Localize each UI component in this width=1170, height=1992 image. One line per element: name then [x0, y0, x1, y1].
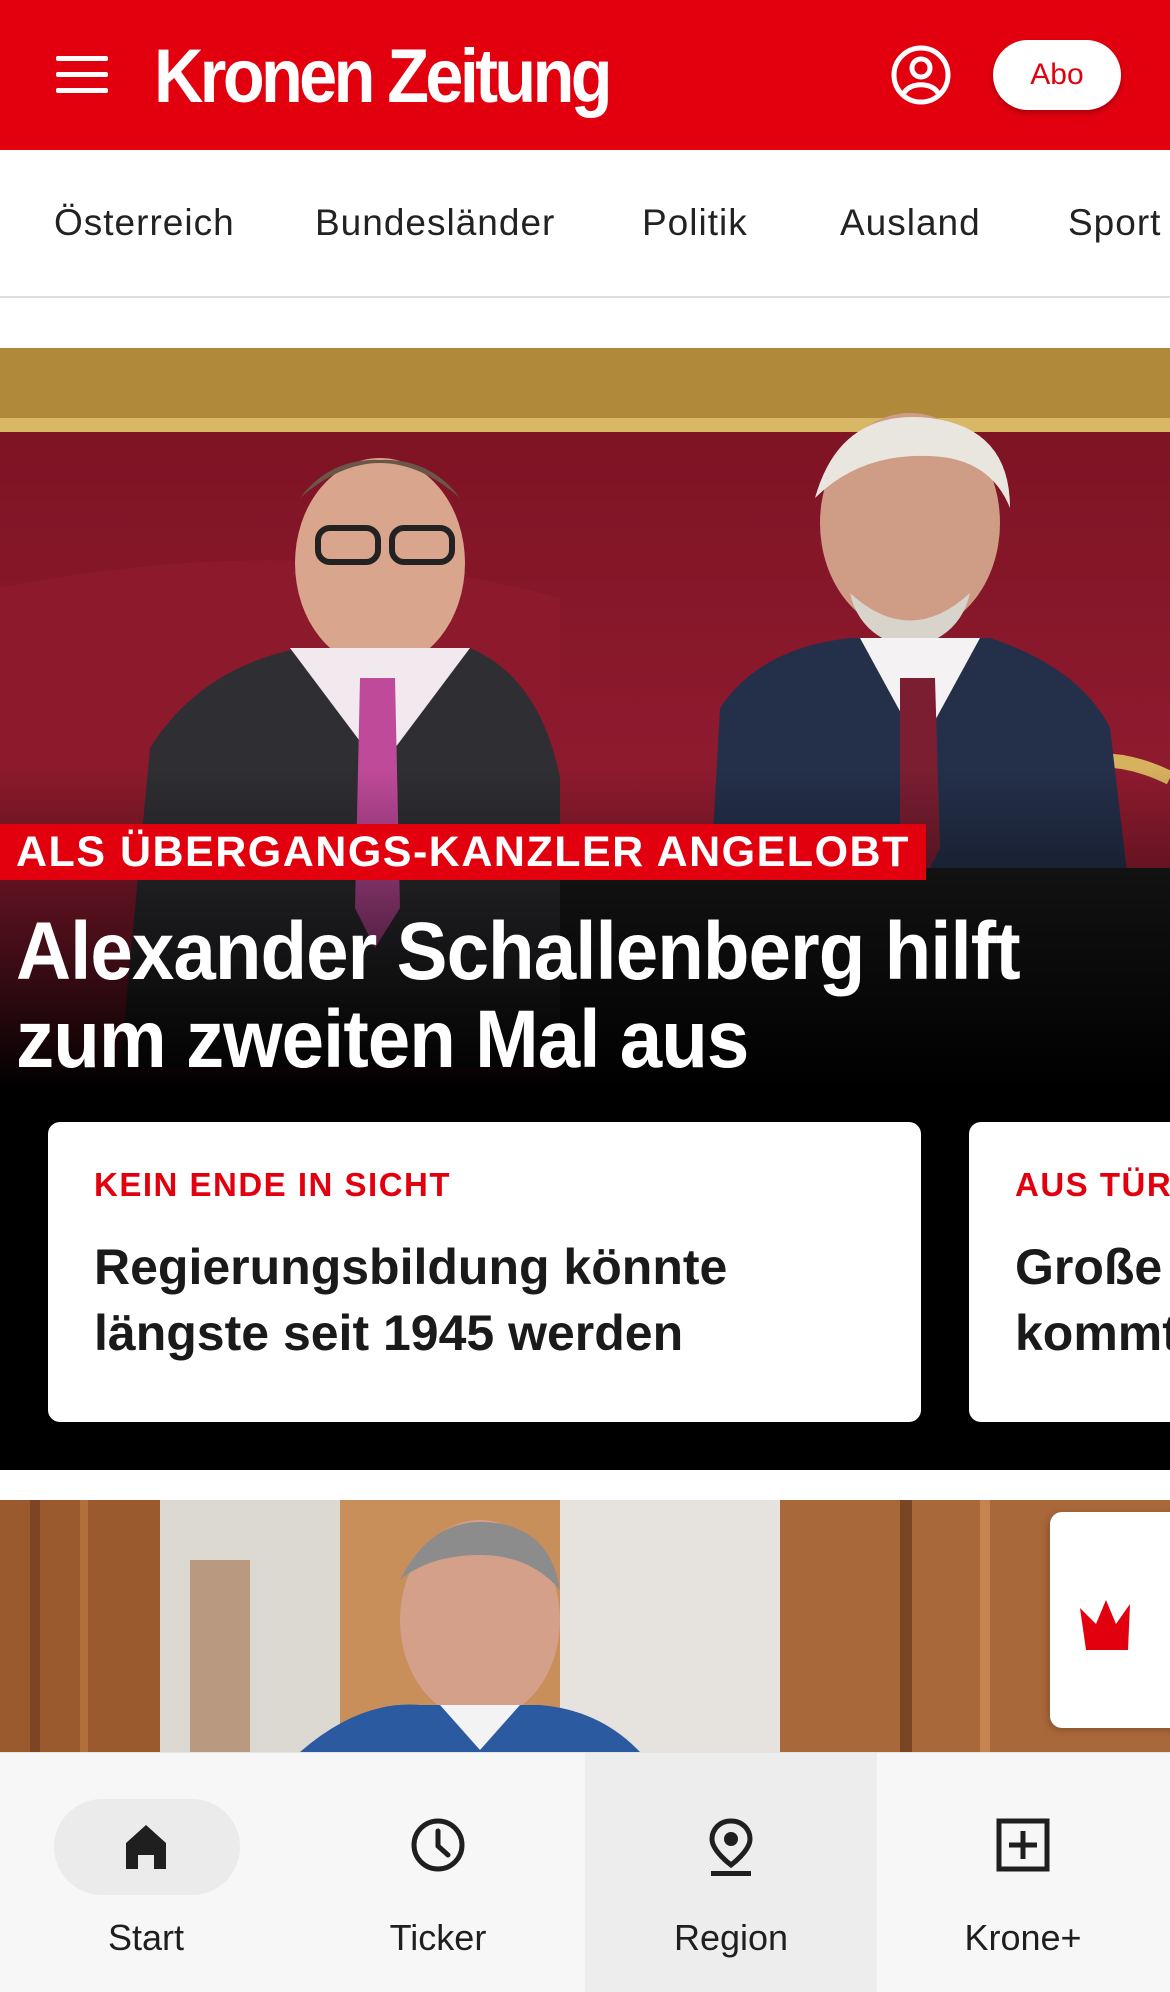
tab-oesterreich[interactable]: Österreich	[54, 202, 235, 244]
nav-label: Start	[107, 1917, 185, 1958]
logo[interactable]: Kronen Zeitung	[154, 34, 613, 120]
nav-region[interactable]: Region	[585, 1753, 877, 1992]
tab-ausland[interactable]: Ausland	[840, 202, 981, 244]
article-photo[interactable]	[0, 1500, 1170, 1752]
card-title: Regierungsbildung könnte längste seit 19…	[94, 1239, 728, 1361]
card-kicker: AUS TÜR	[1015, 1166, 1170, 1203]
location-pin-icon	[709, 1818, 753, 1876]
card-title: Große kommt	[1015, 1239, 1170, 1361]
hero-headline[interactable]: Alexander Schallenberg hilft zum zweiten…	[16, 908, 1058, 1084]
home-icon	[126, 1825, 166, 1869]
nav-label: Region	[673, 1917, 789, 1958]
krone-plus-badge[interactable]	[1050, 1512, 1170, 1728]
nav-label: Ticker	[389, 1917, 487, 1958]
plus-box-icon	[996, 1818, 1050, 1872]
tab-sport[interactable]: Sport	[1068, 202, 1161, 244]
hero-kicker[interactable]: ALS ÜBERGANGS-KANZLER ANGELOBT	[0, 824, 926, 880]
tab-bundeslaender[interactable]: Bundesländer	[315, 202, 555, 244]
hero-story[interactable]: ALS ÜBERGANGS-KANZLER ANGELOBT Alexander…	[0, 348, 1170, 1470]
top-app-bar: Kronen Zeitung Abo	[0, 0, 1170, 150]
nav-ticker[interactable]: Ticker	[292, 1753, 584, 1992]
abo-button[interactable]: Abo	[993, 40, 1121, 110]
bottom-navigation: Start Ticker Region Krone+	[0, 1752, 1170, 1992]
nav-label: Krone+	[964, 1917, 1082, 1958]
crown-icon	[1080, 1600, 1130, 1650]
card-kicker: KEIN ENDE IN SICHT	[94, 1166, 452, 1203]
user-account-icon[interactable]	[890, 44, 952, 106]
nav-krone-plus[interactable]: Krone+	[877, 1753, 1169, 1992]
hamburger-menu-icon[interactable]	[52, 52, 112, 96]
clock-icon	[411, 1818, 465, 1872]
tab-politik[interactable]: Politik	[642, 202, 748, 244]
nav-start[interactable]: Start	[0, 1753, 292, 1992]
story-card[interactable]: AUS TÜR Große kommt	[969, 1122, 1170, 1422]
story-card[interactable]: KEIN ENDE IN SICHT Regierungsbildung kön…	[48, 1122, 921, 1422]
category-nav: Österreich Bundesländer Politik Ausland …	[0, 150, 1170, 298]
